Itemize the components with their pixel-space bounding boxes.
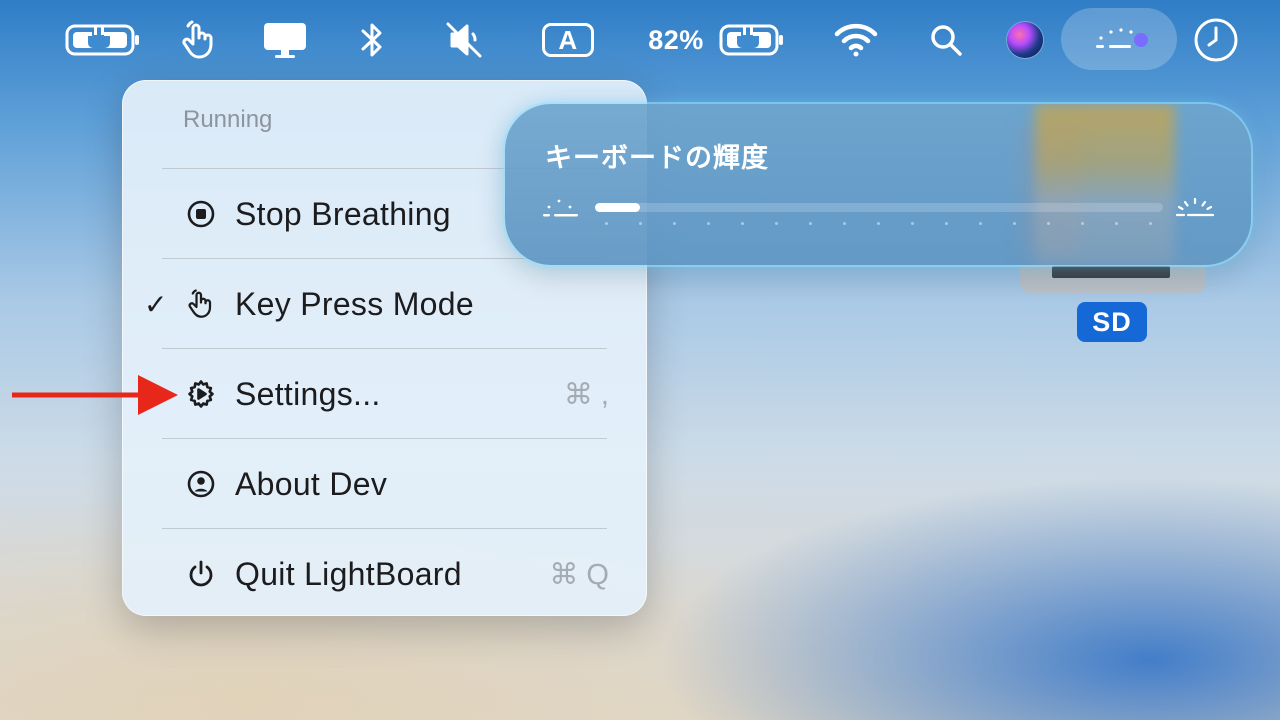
hud-title: キーボードの輝度	[545, 143, 769, 173]
menu-status-header: Running	[183, 106, 273, 133]
brightness-step-dot	[979, 222, 982, 225]
brightness-step-dot	[1149, 222, 1152, 225]
checkmark-icon: ✓	[144, 289, 168, 320]
wifi-icon[interactable]	[832, 18, 880, 62]
sd-card-label[interactable]: SD	[1077, 302, 1147, 342]
keyboard-brightness-low-icon	[539, 196, 581, 222]
brightness-step-dot	[877, 222, 880, 225]
gear-icon	[186, 379, 216, 409]
menu-item-label: Settings...	[235, 376, 381, 412]
menu-item-label: About Dev	[235, 466, 388, 502]
keyboard-brightness-high-icon	[1173, 196, 1215, 222]
red-arrow-annotation	[12, 375, 178, 415]
battery-icon[interactable]	[718, 18, 786, 62]
tap-hand-icon[interactable]	[176, 18, 222, 62]
sound-muted-icon[interactable]	[443, 18, 485, 62]
input-source-label: A	[558, 24, 578, 55]
sd-card-slot	[1052, 266, 1170, 278]
brightness-step-dot	[1013, 222, 1016, 225]
search-icon[interactable]	[926, 18, 966, 62]
power-icon	[186, 559, 216, 589]
keyboard-shortcut: ⌘ Q	[549, 559, 609, 591]
menu-item-label: Stop Breathing	[235, 196, 451, 232]
keyboard-brightness-hud: キーボードの輝度	[505, 104, 1251, 265]
battery-charging-icon[interactable]	[64, 18, 142, 62]
brightness-step-dot	[707, 222, 710, 225]
tap-hand-icon	[186, 289, 216, 319]
menu-item-settings[interactable]: Settings... ⌘ ,	[122, 349, 647, 439]
brightness-step-dot	[945, 222, 948, 225]
brightness-step-dot	[605, 222, 608, 225]
battery-percentage[interactable]: 82%	[644, 18, 708, 62]
person-circle-icon	[186, 469, 216, 499]
menu-item-label: Key Press Mode	[235, 286, 474, 322]
brightness-step-dot	[1081, 222, 1084, 225]
brightness-step-dot	[911, 222, 914, 225]
brightness-step-dot	[1115, 222, 1118, 225]
bluetooth-icon[interactable]	[355, 18, 389, 62]
keyboard-shortcut: ⌘ ,	[563, 379, 609, 411]
brightness-step-dot	[1047, 222, 1050, 225]
keyboard-brightness-icon[interactable]	[1092, 18, 1150, 62]
brightness-step-dot	[775, 222, 778, 225]
brightness-step-dot	[639, 222, 642, 225]
stop-circle-icon	[186, 199, 216, 229]
menu-item-key-press-mode[interactable]: ✓ Key Press Mode	[122, 259, 647, 349]
clock-icon[interactable]	[1192, 18, 1240, 62]
brightness-step-dot	[843, 222, 846, 225]
siri-icon[interactable]	[1004, 18, 1046, 62]
brightness-step-dot	[673, 222, 676, 225]
menu-item-quit[interactable]: Quit LightBoard ⌘ Q	[122, 529, 647, 619]
input-source-menu[interactable]: A	[539, 18, 597, 62]
display-icon[interactable]	[261, 18, 309, 62]
brightness-slider-fill	[595, 203, 640, 212]
brightness-step-dot	[741, 222, 744, 225]
menu-item-about-dev[interactable]: About Dev	[122, 439, 647, 529]
brightness-step-dot	[809, 222, 812, 225]
brightness-slider-track[interactable]	[595, 203, 1163, 212]
menu-item-label: Quit LightBoard	[235, 556, 462, 592]
menu-bar: A 82%	[0, 0, 1280, 80]
